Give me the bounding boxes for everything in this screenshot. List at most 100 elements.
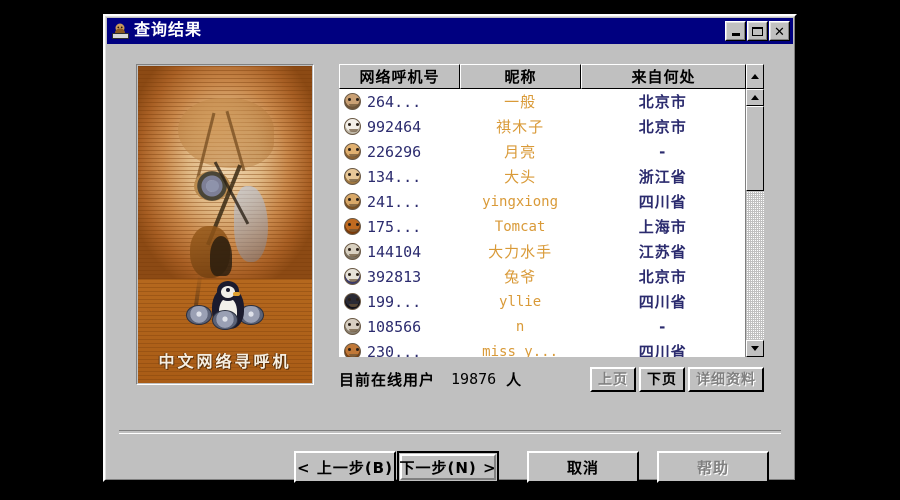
- help-button[interactable]: 帮助: [657, 451, 769, 483]
- nickname-cell: yllie: [499, 293, 542, 310]
- nickname-cell: n: [515, 318, 525, 335]
- cancel-button[interactable]: 取消: [527, 451, 639, 483]
- status-row: 目前在线用户 19876 人 上页 下页 详细资料: [339, 366, 764, 392]
- nickname-cell: miss y...: [482, 343, 559, 358]
- avatar-face-10: [343, 318, 361, 335]
- avatar-face-6: [343, 218, 361, 235]
- query-results-window: 查询结果 ✕ 中文网络寻呼机 网络呼机号 昵称 来自何处 264... 一般 北…: [103, 14, 797, 483]
- scrollbar-thumb[interactable]: [746, 106, 764, 191]
- table-row[interactable]: 264... 一般 北京市: [339, 89, 745, 114]
- column-header-location[interactable]: 来自何处: [581, 64, 746, 89]
- pager-number-cell: 226296: [367, 142, 422, 161]
- location-cell: 四川省: [638, 193, 687, 211]
- location-cell: 江苏省: [638, 243, 687, 261]
- pager-user-icon: [111, 22, 130, 41]
- pager-number-cell: 144104: [367, 242, 422, 261]
- scroll-up-icon: [751, 95, 759, 100]
- avatar-face-3: [343, 143, 361, 160]
- nickname-cell: 大头: [504, 168, 537, 186]
- pager-number-cell: 199...: [367, 292, 422, 311]
- details-button[interactable]: 详细资料: [688, 366, 764, 392]
- pager-number-cell: 175...: [367, 217, 422, 236]
- location-cell: -: [659, 317, 667, 336]
- table-row[interactable]: 992464 祺木子 北京市: [339, 114, 745, 139]
- table-row[interactable]: 134... 大头 浙江省: [339, 164, 745, 189]
- avatar-cell: [339, 168, 365, 185]
- disk-icon: [186, 305, 212, 325]
- pager-number-cell: 134...: [367, 167, 422, 186]
- pager-number-cell: 392813: [367, 267, 422, 286]
- nickname-cell: 祺木子: [496, 118, 545, 136]
- avatar-cell: [339, 193, 365, 210]
- table-row[interactable]: 392813 兔爷 北京市: [339, 264, 745, 289]
- avatar-face-7: [343, 243, 361, 260]
- results-list: 网络呼机号 昵称 来自何处 264... 一般 北京市 992464 祺木子 北京市 226…: [339, 64, 764, 357]
- location-cell: 四川省: [638, 343, 687, 357]
- maximize-button[interactable]: [747, 21, 768, 41]
- next-page-button[interactable]: 下页: [639, 366, 685, 392]
- table-row[interactable]: 199... yllie 四川省: [339, 289, 745, 314]
- minimize-button[interactable]: [725, 21, 746, 41]
- art-blob: [178, 98, 274, 168]
- location-cell: 北京市: [638, 93, 687, 111]
- scrollbar-up-button[interactable]: [746, 89, 764, 106]
- avatar-cell: [339, 243, 365, 260]
- nickname-cell: 一般: [504, 93, 537, 111]
- nickname-cell: Tomcat: [494, 218, 546, 235]
- nickname-cell: yingxiong: [482, 193, 559, 210]
- avatar-cell: [339, 218, 365, 235]
- avatar-cell: [339, 143, 365, 160]
- list-scrollbar[interactable]: [746, 89, 764, 357]
- title-bar-buttons: ✕: [725, 21, 791, 41]
- table-row[interactable]: 230... miss y... 四川省: [339, 339, 745, 357]
- location-cell: 北京市: [638, 118, 687, 136]
- close-button[interactable]: ✕: [769, 21, 790, 41]
- next-button[interactable]: 下一步(N) >: [397, 451, 499, 483]
- promo-caption: 中文网络寻呼机: [158, 352, 292, 371]
- column-header-nickname[interactable]: 昵称: [460, 64, 581, 89]
- table-row[interactable]: 226296 月亮 -: [339, 139, 745, 164]
- pager-number-cell: 264...: [367, 92, 422, 111]
- disk-icon: [212, 310, 238, 330]
- table-row[interactable]: 108566 n -: [339, 314, 745, 339]
- avatar-cell: [339, 118, 365, 135]
- nickname-cell: 月亮: [504, 143, 537, 161]
- scroll-down-icon: [751, 346, 759, 351]
- table-row[interactable]: 175... Tomcat 上海市: [339, 214, 745, 239]
- scrollbar-track[interactable]: [746, 106, 764, 340]
- online-users-count: 19876: [451, 370, 497, 388]
- avatar-face-4: [343, 168, 361, 185]
- maximize-icon: [748, 22, 767, 40]
- avatar-face-5: [343, 193, 361, 210]
- avatar-cell: [339, 343, 365, 357]
- avatar-face-9: [343, 293, 361, 310]
- location-cell: 北京市: [638, 268, 687, 286]
- table-row[interactable]: 144104 大力水手 江苏省: [339, 239, 745, 264]
- wizard-footer: < 上一步(B) 下一步(N) > 取消 帮助: [107, 450, 793, 484]
- list-rows-container[interactable]: 264... 一般 北京市 992464 祺木子 北京市 226296 月亮 -134... 大头…: [339, 89, 746, 357]
- close-icon: ✕: [774, 23, 785, 39]
- location-cell: 四川省: [638, 293, 687, 311]
- scrollbar-down-button[interactable]: [746, 340, 764, 357]
- sort-ascending-icon: [751, 74, 759, 79]
- art-shadow: [210, 236, 232, 276]
- title-bar[interactable]: 查询结果 ✕: [107, 18, 793, 44]
- table-row[interactable]: 241... yingxiong 四川省: [339, 189, 745, 214]
- pager-number-cell: 108566: [367, 317, 422, 336]
- prev-page-button[interactable]: 上页: [590, 366, 636, 392]
- location-cell: -: [659, 142, 667, 161]
- avatar-cell: [339, 293, 365, 310]
- column-header-pager-number[interactable]: 网络呼机号: [339, 64, 460, 89]
- avatar-face-2: [343, 118, 361, 135]
- footer-separator: [119, 430, 781, 434]
- back-button[interactable]: < 上一步(B): [294, 451, 396, 483]
- location-cell: 上海市: [638, 218, 687, 236]
- column-header-spacer: [746, 64, 764, 89]
- pager-number-cell: 241...: [367, 192, 422, 211]
- pager-number-cell: 230...: [367, 342, 422, 358]
- location-cell: 浙江省: [638, 168, 687, 186]
- art-eye-pupil: [206, 180, 219, 192]
- dialog-client-area: 中文网络寻呼机 网络呼机号 昵称 来自何处 264... 一般 北京市 992464 祺…: [107, 46, 793, 483]
- minimize-icon: [726, 22, 745, 40]
- nickname-cell: 大力水手: [488, 243, 553, 261]
